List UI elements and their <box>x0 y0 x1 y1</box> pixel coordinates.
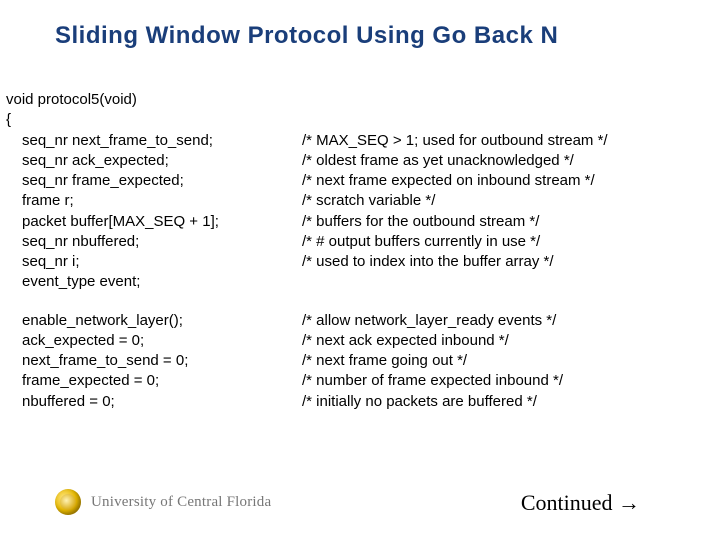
code-stmt: next_frame_to_send = 0; <box>6 351 302 371</box>
pegasus-seal-icon <box>55 489 81 515</box>
code-comment: /* next frame going out */ <box>302 351 700 371</box>
code-comment: /* initially no packets are buffered */ <box>302 392 700 412</box>
code-line: void protocol5(void) <box>6 90 286 110</box>
code-comment: /* used to index into the buffer array *… <box>302 252 700 272</box>
code-stmt: frame_expected = 0; <box>6 371 302 391</box>
code-decl: seq_nr frame_expected; <box>6 171 302 191</box>
slide-title: Sliding Window Protocol Using Go Back N <box>55 22 700 50</box>
code-decl: seq_nr ack_expected; <box>6 151 302 171</box>
code-comment: /* number of frame expected inbound */ <box>302 371 700 391</box>
code-comment: /* MAX_SEQ > 1; used for outbound stream… <box>302 131 700 151</box>
code-decl: seq_nr nbuffered; <box>6 232 302 252</box>
code-comment: /* scratch variable */ <box>302 191 700 211</box>
code-comment: /* buffers for the outbound stream */ <box>302 212 700 232</box>
code-comment: /* next frame expected on inbound stream… <box>302 171 700 191</box>
code-line: { <box>6 110 286 130</box>
university-name: University of Central Florida <box>91 494 271 511</box>
code-decl: seq_nr i; <box>6 252 302 272</box>
code-stmt: ack_expected = 0; <box>6 331 302 351</box>
blank-line <box>6 293 700 311</box>
code-decl: seq_nr next_frame_to_send; <box>6 131 302 151</box>
code-decl: packet buffer[MAX_SEQ + 1]; <box>6 212 302 232</box>
code-decl: frame r; <box>6 191 302 211</box>
code-decl: event_type event; <box>6 272 302 292</box>
code-block: void protocol5(void) { seq_nr next_frame… <box>6 90 700 412</box>
code-comment: /* # output buffers currently in use */ <box>302 232 700 252</box>
code-comment <box>302 272 700 292</box>
code-area: void protocol5(void) { seq_nr next_frame… <box>6 90 700 412</box>
university-logo: University of Central Florida <box>55 489 271 515</box>
code-stmt: nbuffered = 0; <box>6 392 302 412</box>
slide: Sliding Window Protocol Using Go Back N … <box>0 0 720 540</box>
code-comment: /* oldest frame as yet unacknowledged */ <box>302 151 700 171</box>
code-comment: /* allow network_layer_ready events */ <box>302 311 700 331</box>
code-comment: /* next ack expected inbound */ <box>302 331 700 351</box>
code-stmt: enable_network_layer(); <box>6 311 302 331</box>
continued-label: Continued → <box>521 490 640 516</box>
